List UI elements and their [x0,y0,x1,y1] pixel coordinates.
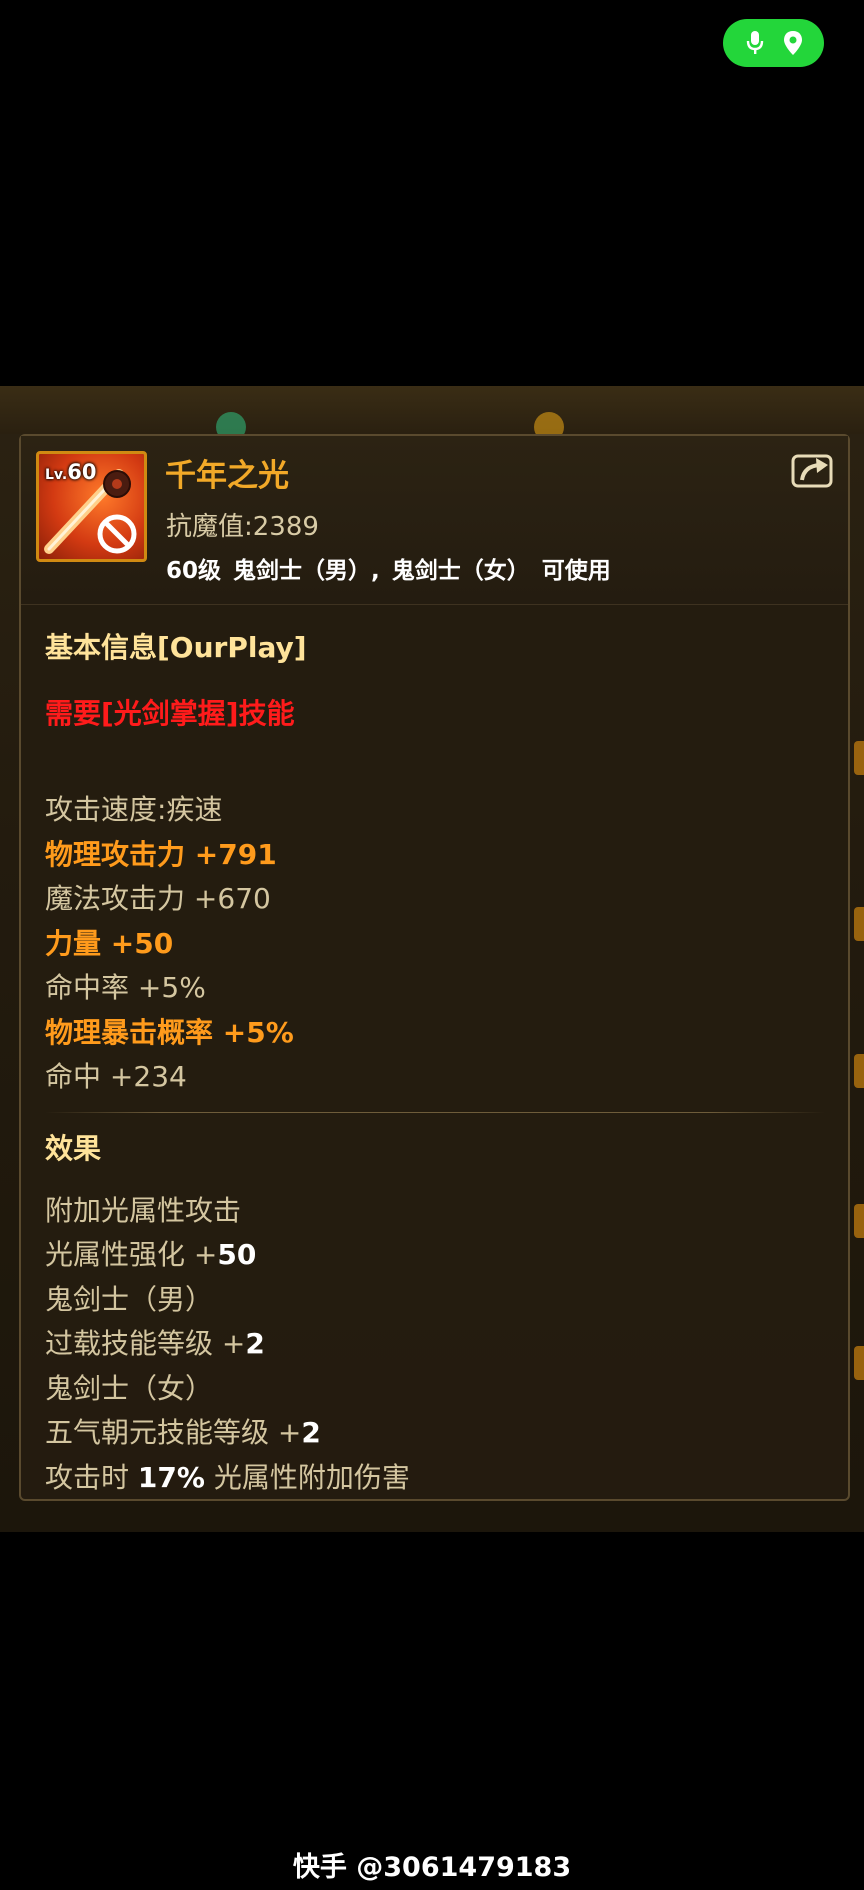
stat-line: 命中率 +5% [45,971,206,1004]
stat-line: 力量 +50 [45,926,174,960]
item-name: 千年之光 [165,458,289,494]
effect-line: 过载技能等级 +2 [45,1327,265,1360]
stat-line: 攻击速度:疾速 [45,793,223,826]
stat-line: 物理攻击力 +791 [45,837,277,871]
microphone-icon [746,31,763,54]
effects-title: 效果 [45,1131,102,1165]
watermark: 快手 @3061479183 [292,1852,572,1883]
skill-requirement: 需要[光剑掌握]技能 [45,697,295,730]
effect-line: 攻击时 17% 光属性附加伤害 [45,1460,410,1494]
item-tooltip: Lv.60 千年之光 抗魔值:2389 60级 鬼剑士（男）, 鬼剑士（女） 可… [19,434,850,1501]
item-icon[interactable]: Lv.60 [36,451,147,562]
stat-line: 命中 +234 [45,1060,187,1093]
side-tab [854,1346,864,1380]
item-level: Lv.60 [45,460,97,484]
side-tab [854,1054,864,1088]
side-tab [854,741,864,775]
effect-line: 鬼剑士（男） [45,1282,214,1316]
tooltip-body: 基本信息[OurPlay] 需要[光剑掌握]技能 攻击速度:疾速 物理攻击力 +… [45,626,825,1500]
stat-line: 魔法攻击力 +670 [45,882,271,915]
side-tab [854,1204,864,1238]
share-icon[interactable] [790,450,836,490]
location-pin-icon [783,31,802,55]
side-tab [854,907,864,941]
section-divider [45,1111,825,1113]
usable-classes: 60级 鬼剑士（男）, 鬼剑士（女） 可使用 [166,558,611,584]
effect-line: 光属性强化 +50 [45,1238,257,1271]
basic-info-title: 基本信息[OurPlay] [45,631,307,664]
restricted-icon [97,514,137,554]
stat-line: 物理暴击概率 +5% [45,1015,294,1049]
stat-list: 攻击速度:疾速 物理攻击力 +791 魔法攻击力 +670 力量 +50 命中率… [45,788,825,1100]
recording-indicator [723,19,824,67]
effect-line: 附加光属性攻击 [45,1193,242,1227]
effect-list: 附加光属性攻击 光属性强化 +50 鬼剑士（男） 过载技能等级 +2 鬼剑士（女… [45,1189,825,1501]
magic-resist-value: 抗魔值:2389 [166,512,319,542]
tooltip-header: Lv.60 千年之光 抗魔值:2389 60级 鬼剑士（男）, 鬼剑士（女） 可… [21,436,848,605]
effect-line: 鬼剑士（女） [45,1371,214,1405]
effect-line: 五气朝元技能等级 +2 [45,1416,321,1449]
game-top-bar [0,386,864,434]
